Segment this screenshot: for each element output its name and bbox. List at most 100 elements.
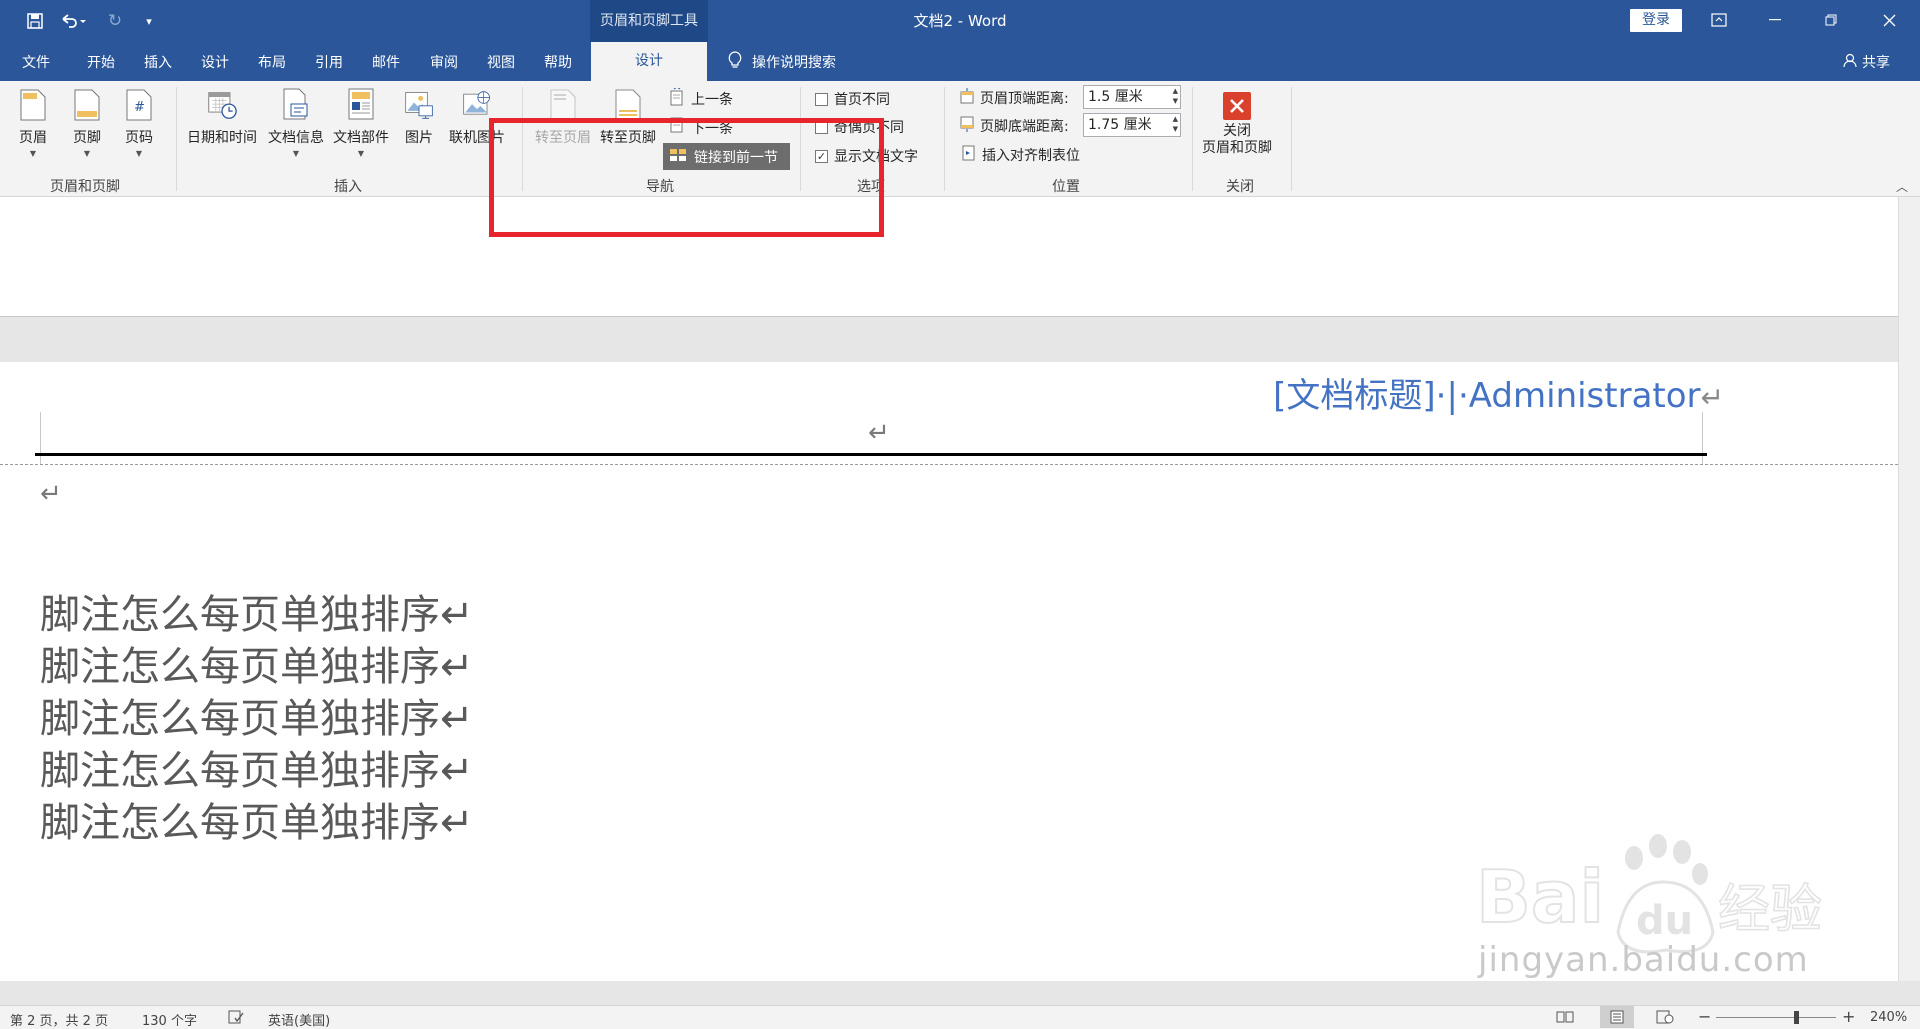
tab-review[interactable]: 审阅: [430, 52, 458, 72]
undo-icon[interactable]: [56, 8, 90, 34]
quick-parts-label: 文档部件: [333, 130, 389, 146]
previous-button[interactable]: 上一条: [669, 86, 733, 110]
tell-me-search[interactable]: 操作说明搜索: [728, 51, 836, 73]
language[interactable]: 英语(美国): [268, 1010, 330, 1029]
document-area[interactable]: [文档标题]·|·Administrator↵ ↵ ↵ 脚注怎么每页单独排序↵ …: [0, 197, 1898, 981]
minimize-icon[interactable]: [1752, 0, 1798, 40]
paragraph-mark: ↵: [40, 479, 62, 509]
save-icon[interactable]: [22, 8, 48, 34]
svg-text:#: #: [134, 100, 145, 115]
status-bar: 第 2 页，共 2 页 130 个字 英语(美国) − + 240%: [0, 1005, 1920, 1029]
different-odd-even-label: 奇偶页不同: [834, 120, 904, 136]
watermark-url: jingyan.baidu.com: [1478, 940, 1809, 980]
body-text-line[interactable]: 脚注怎么每页单独排序↵: [40, 582, 474, 640]
tab-layout[interactable]: 布局: [258, 52, 286, 72]
redo-icon[interactable]: ↻: [102, 8, 128, 34]
footer-distance-icon: [960, 116, 974, 136]
header-top-distance-value: 1.5 厘米: [1088, 89, 1143, 105]
tell-me-label: 操作说明搜索: [752, 55, 836, 71]
web-layout-icon[interactable]: [1656, 1010, 1674, 1028]
goto-footer-button[interactable]: 转至页脚: [600, 87, 656, 147]
link-to-previous-button[interactable]: 链接到前一节: [663, 143, 790, 170]
online-picture-icon: [462, 87, 492, 123]
header-top-distance-label: 页眉顶端距离:: [980, 91, 1069, 107]
zoom-in-icon[interactable]: +: [1842, 1007, 1855, 1026]
zoom-slider-track[interactable]: [1716, 1017, 1836, 1018]
show-document-text-checkbox[interactable]: ✓ 显示文档文字: [815, 146, 918, 166]
tab-design[interactable]: 设计: [201, 52, 229, 72]
document-info-button[interactable]: 文档信息 ▼: [268, 87, 324, 158]
close-header-footer-label-2: 页眉和页脚: [1202, 140, 1272, 156]
close-header-footer-label-1: 关闭: [1223, 123, 1251, 139]
alignment-tab-icon: [962, 145, 976, 165]
page-1-bottom: [0, 197, 1898, 317]
spinner-arrows-icon[interactable]: ▲ ▼: [1173, 114, 1178, 134]
tab-file[interactable]: 文件: [22, 52, 50, 72]
share-button[interactable]: 共享: [1843, 52, 1890, 72]
header-top-distance-spinner[interactable]: 1.5 厘米 ▲ ▼: [1083, 85, 1181, 109]
next-button[interactable]: 下一条: [669, 117, 733, 139]
footer-button[interactable]: 页脚 ▼: [72, 87, 102, 158]
group-label-options: 选项: [857, 179, 885, 195]
body-text-line[interactable]: 脚注怎么每页单独排序↵: [40, 634, 474, 692]
paragraph-mark: ↵: [1700, 381, 1724, 414]
tab-home[interactable]: 开始: [87, 52, 115, 72]
word-count[interactable]: 130 个字: [142, 1010, 197, 1029]
spinner-arrows-icon[interactable]: ▲ ▼: [1173, 86, 1178, 106]
close-window-icon[interactable]: [1866, 0, 1912, 40]
group-separator: [176, 87, 177, 191]
page-number-icon: #: [124, 87, 154, 123]
proofing-icon[interactable]: [228, 1010, 244, 1028]
online-picture-button[interactable]: 联机图片: [449, 87, 505, 147]
different-first-page-checkbox[interactable]: 首页不同: [815, 89, 890, 109]
chevron-down-icon: ▼: [357, 149, 365, 158]
page-number-label: 页码: [125, 130, 153, 146]
group-separator: [1192, 87, 1193, 191]
footer-bottom-distance-value: 1.75 厘米: [1088, 117, 1152, 133]
zoom-slider-thumb[interactable]: [1794, 1011, 1799, 1024]
chevron-down-icon: ▼: [29, 149, 37, 158]
collapse-ribbon-icon[interactable]: ︿: [1896, 178, 1908, 195]
customize-icon[interactable]: ▾: [136, 8, 162, 34]
zoom-level[interactable]: 240%: [1870, 1010, 1907, 1025]
header-content[interactable]: [文档标题]·|·Administrator↵: [1273, 368, 1724, 417]
date-time-label: 日期和时间: [187, 130, 257, 146]
tab-mailings[interactable]: 邮件: [372, 52, 400, 72]
ribbon-display-options-icon[interactable]: [1696, 0, 1742, 40]
vertical-scrollbar[interactable]: [1898, 197, 1920, 981]
header-button[interactable]: 页眉 ▼: [18, 87, 48, 158]
body-text-line[interactable]: 脚注怎么每页单独排序↵: [40, 686, 474, 744]
calendar-clock-icon: [207, 87, 237, 123]
goto-header-icon: [548, 87, 578, 123]
lightbulb-icon: [728, 51, 742, 73]
print-layout-icon[interactable]: [1600, 1006, 1634, 1028]
quick-parts-button[interactable]: 文档部件 ▼: [333, 87, 389, 158]
zoom-out-icon[interactable]: −: [1698, 1007, 1711, 1026]
group-separator: [522, 87, 523, 191]
link-to-previous-label: 链接到前一节: [694, 149, 778, 166]
body-text-line[interactable]: 脚注怎么每页单独排序↵: [40, 738, 474, 796]
tab-header-footer-design[interactable]: 设计: [591, 42, 707, 81]
context-tab-group-title: 页眉和页脚工具: [600, 13, 698, 29]
paragraph-mark: ↵: [868, 418, 890, 448]
insert-alignment-tab-button[interactable]: 插入对齐制表位: [962, 145, 1080, 165]
login-button[interactable]: 登录: [1630, 9, 1682, 32]
close-header-footer-button[interactable]: 关闭 页眉和页脚: [1202, 91, 1272, 157]
goto-header-label: 转至页眉: [535, 130, 591, 146]
body-text-line[interactable]: 脚注怎么每页单独排序↵: [40, 790, 474, 848]
tab-view[interactable]: 视图: [487, 52, 515, 72]
different-first-page-label: 首页不同: [834, 92, 890, 108]
read-mode-icon[interactable]: [1556, 1010, 1574, 1028]
page-number-button[interactable]: # 页码 ▼: [124, 87, 154, 158]
next-icon: [669, 117, 685, 139]
footer-bottom-distance-spinner[interactable]: 1.75 厘米 ▲ ▼: [1083, 113, 1181, 137]
picture-button[interactable]: 图片: [404, 87, 434, 147]
different-odd-even-checkbox[interactable]: 奇偶页不同: [815, 117, 904, 137]
tab-help[interactable]: 帮助: [544, 52, 572, 72]
tab-insert[interactable]: 插入: [144, 52, 172, 72]
date-time-button[interactable]: 日期和时间: [187, 87, 257, 147]
restore-icon[interactable]: [1808, 0, 1854, 40]
page-count[interactable]: 第 2 页，共 2 页: [10, 1010, 108, 1029]
tab-references[interactable]: 引用: [315, 52, 343, 72]
goto-header-button[interactable]: 转至页眉: [535, 87, 591, 147]
